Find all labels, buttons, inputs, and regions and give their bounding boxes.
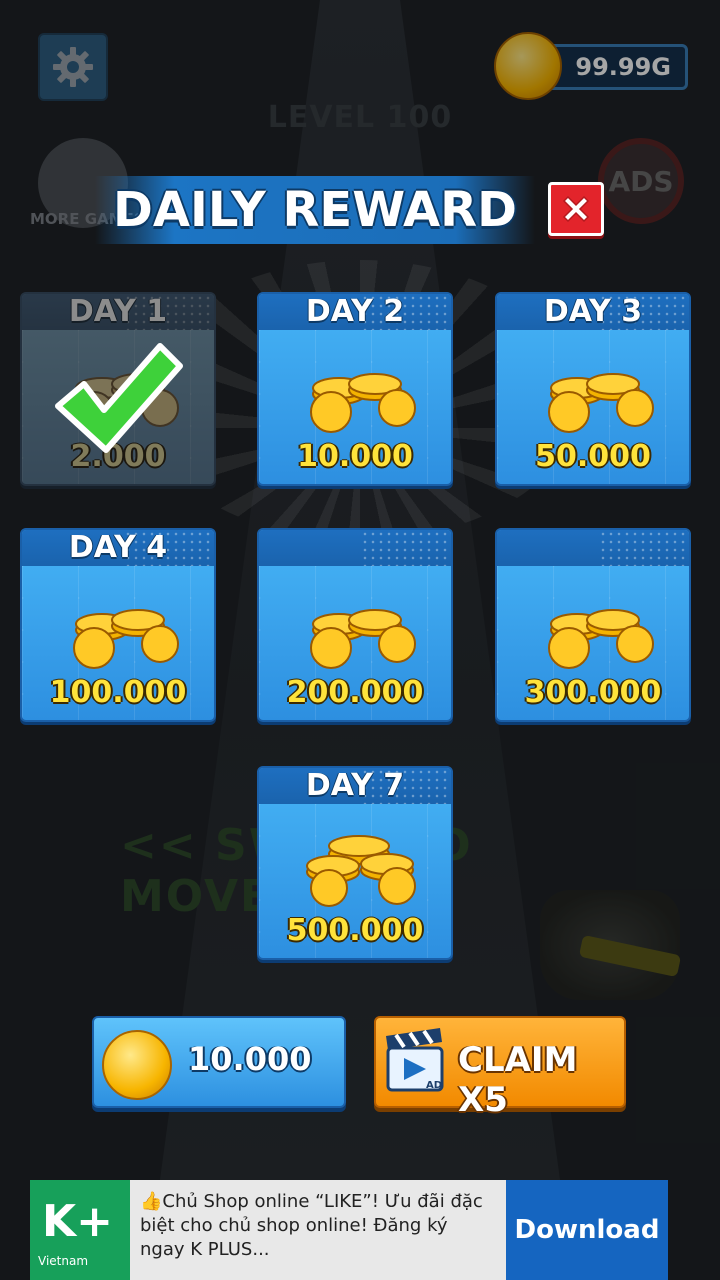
day-card-3[interactable]: DAY 3 50.000 (495, 292, 691, 486)
coin-stack-icon (306, 835, 416, 907)
day-card-5[interactable]: 200.000 (257, 528, 453, 722)
claim-x5-label: CLAIM X5 (458, 1040, 578, 1120)
gear-icon (53, 47, 93, 87)
coin-stack-icon (548, 609, 654, 669)
day-card-2[interactable]: DAY 2 10.000 (257, 292, 453, 486)
no-ads-button[interactable]: ADS (598, 138, 684, 224)
day-card-7[interactable]: DAY 7 500.000 (257, 766, 453, 960)
day-label: DAY 4 (68, 530, 168, 565)
coin-stack-icon (73, 609, 179, 669)
level-label: LEVEL 100 (267, 100, 453, 135)
coin-balance: 99.99G (546, 44, 688, 90)
reward-amount: 100.000 (49, 675, 187, 710)
day-card-4[interactable]: DAY 4 100.000 (20, 528, 216, 722)
ad-logo-sub: Vietnam (38, 1254, 89, 1268)
ad-logo-text: K+ (42, 1196, 113, 1247)
claim-x5-button[interactable]: AD CLAIM X5 (374, 1016, 626, 1120)
reward-amount: 10.000 (297, 439, 413, 474)
card-header (497, 530, 689, 566)
ad-badge: AD (426, 1080, 442, 1091)
reward-amount: 200.000 (286, 675, 424, 710)
ad-text: 👍Chủ Shop online “LIKE”! Ưu đãi đặc biệt… (140, 1191, 483, 1260)
checkmark-icon (55, 343, 183, 453)
claim-coins-label: 10.000 (188, 1040, 312, 1078)
coin-stack-icon (310, 609, 416, 669)
coin-icon (494, 32, 562, 100)
reward-amount: 500.000 (286, 913, 424, 948)
day-label: DAY 1 (68, 294, 168, 329)
day-label: DAY 3 (543, 294, 643, 329)
ad-download-button[interactable]: Download (506, 1180, 668, 1280)
claim-coins-button[interactable]: 10.000 (92, 1016, 346, 1108)
ad-download-label: Download (514, 1215, 660, 1245)
reward-amount: 50.000 (535, 439, 651, 474)
close-button[interactable] (548, 182, 604, 236)
close-icon (562, 195, 590, 223)
day-card-6[interactable]: 300.000 (495, 528, 691, 722)
coin-icon (102, 1030, 172, 1100)
card-header (259, 530, 451, 566)
settings-button[interactable] (38, 33, 108, 101)
dialog-title: DAILY REWARD (113, 182, 517, 238)
reward-amount: 300.000 (524, 675, 662, 710)
coin-balance-value: 99.99G (575, 53, 671, 81)
day-label: DAY 7 (305, 768, 405, 803)
coin-stack-icon (548, 373, 654, 433)
video-ad-icon: AD (386, 1028, 444, 1092)
coin-stack-icon (310, 373, 416, 433)
day-label: DAY 2 (305, 294, 405, 329)
no-ads-label: ADS (608, 164, 674, 198)
